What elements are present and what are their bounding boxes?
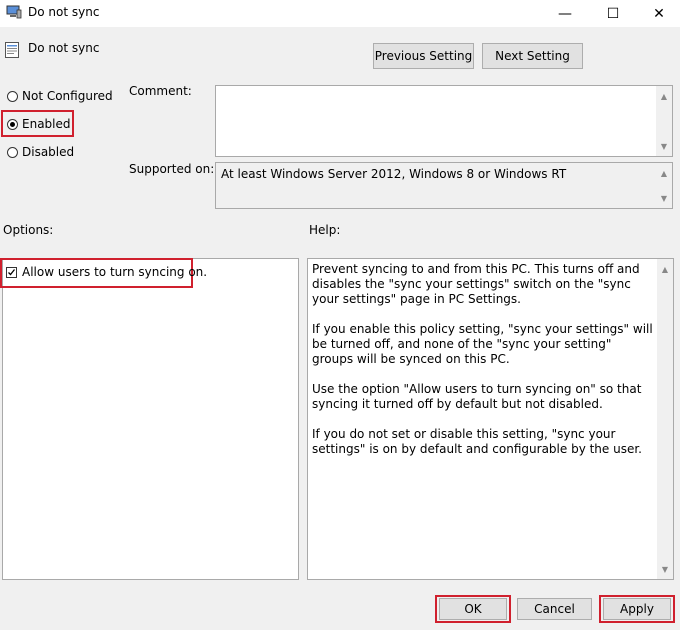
scroll-up-icon[interactable]: ▲ bbox=[656, 88, 672, 104]
help-paragraph: Prevent syncing to and from this PC. Thi… bbox=[312, 262, 640, 306]
policy-icon bbox=[5, 42, 19, 58]
computer-icon bbox=[6, 5, 22, 19]
close-button[interactable]: ✕ bbox=[636, 0, 680, 27]
checkmark-icon bbox=[8, 268, 16, 275]
supported-scrollbar[interactable]: ▲ ▼ bbox=[656, 163, 672, 208]
help-paragraph: If you do not set or disable this settin… bbox=[312, 427, 642, 456]
previous-setting-button[interactable]: Previous Setting bbox=[373, 43, 474, 69]
comment-field[interactable]: ▲ ▼ bbox=[215, 85, 673, 157]
ok-button[interactable]: OK bbox=[439, 598, 507, 620]
options-label: Options: bbox=[3, 223, 54, 237]
apply-button[interactable]: Apply bbox=[603, 598, 671, 620]
radio-label: Enabled bbox=[22, 117, 71, 131]
maximize-button[interactable]: ☐ bbox=[590, 0, 636, 27]
allow-syncing-checkbox-row[interactable]: Allow users to turn syncing on. bbox=[6, 265, 207, 279]
scroll-up-icon[interactable]: ▲ bbox=[657, 261, 673, 277]
options-panel bbox=[2, 258, 299, 580]
help-paragraph: If you enable this policy setting, "sync… bbox=[312, 322, 653, 366]
radio-enabled[interactable]: Enabled bbox=[7, 117, 71, 131]
radio-label: Not Configured bbox=[22, 89, 113, 103]
radio-circle[interactable] bbox=[7, 90, 18, 102]
radio-circle[interactable] bbox=[7, 118, 18, 130]
help-paragraph: Use the option "Allow users to turn sync… bbox=[312, 382, 642, 411]
window-title: Do not sync bbox=[28, 5, 100, 19]
supported-label: Supported on: bbox=[129, 162, 215, 176]
next-setting-button[interactable]: Next Setting bbox=[482, 43, 583, 69]
scroll-up-icon[interactable]: ▲ bbox=[656, 165, 672, 181]
comment-scrollbar[interactable]: ▲ ▼ bbox=[656, 86, 672, 156]
scroll-down-icon[interactable]: ▼ bbox=[657, 561, 673, 577]
radio-disabled[interactable]: Disabled bbox=[7, 145, 74, 159]
radio-circle[interactable] bbox=[7, 146, 18, 158]
supported-field: At least Windows Server 2012, Windows 8 … bbox=[215, 162, 673, 209]
radio-label: Disabled bbox=[22, 145, 75, 159]
radio-not-configured[interactable]: Not Configured bbox=[7, 89, 113, 103]
help-text: Prevent syncing to and from this PC. Thi… bbox=[312, 262, 656, 472]
allow-syncing-label: Allow users to turn syncing on. bbox=[22, 265, 208, 279]
radio-selected-dot bbox=[10, 121, 15, 127]
minimize-button[interactable]: — bbox=[542, 0, 588, 27]
help-label: Help: bbox=[309, 223, 341, 237]
policy-name: Do not sync bbox=[28, 41, 100, 55]
help-panel: Prevent syncing to and from this PC. Thi… bbox=[307, 258, 674, 580]
cancel-button[interactable]: Cancel bbox=[517, 598, 592, 620]
scroll-down-icon[interactable]: ▼ bbox=[656, 138, 672, 154]
comment-label: Comment: bbox=[129, 84, 192, 98]
supported-value: At least Windows Server 2012, Windows 8 … bbox=[221, 167, 567, 181]
scroll-down-icon[interactable]: ▼ bbox=[656, 190, 672, 206]
allow-syncing-checkbox[interactable] bbox=[6, 266, 17, 278]
help-scrollbar[interactable]: ▲ ▼ bbox=[657, 259, 673, 579]
